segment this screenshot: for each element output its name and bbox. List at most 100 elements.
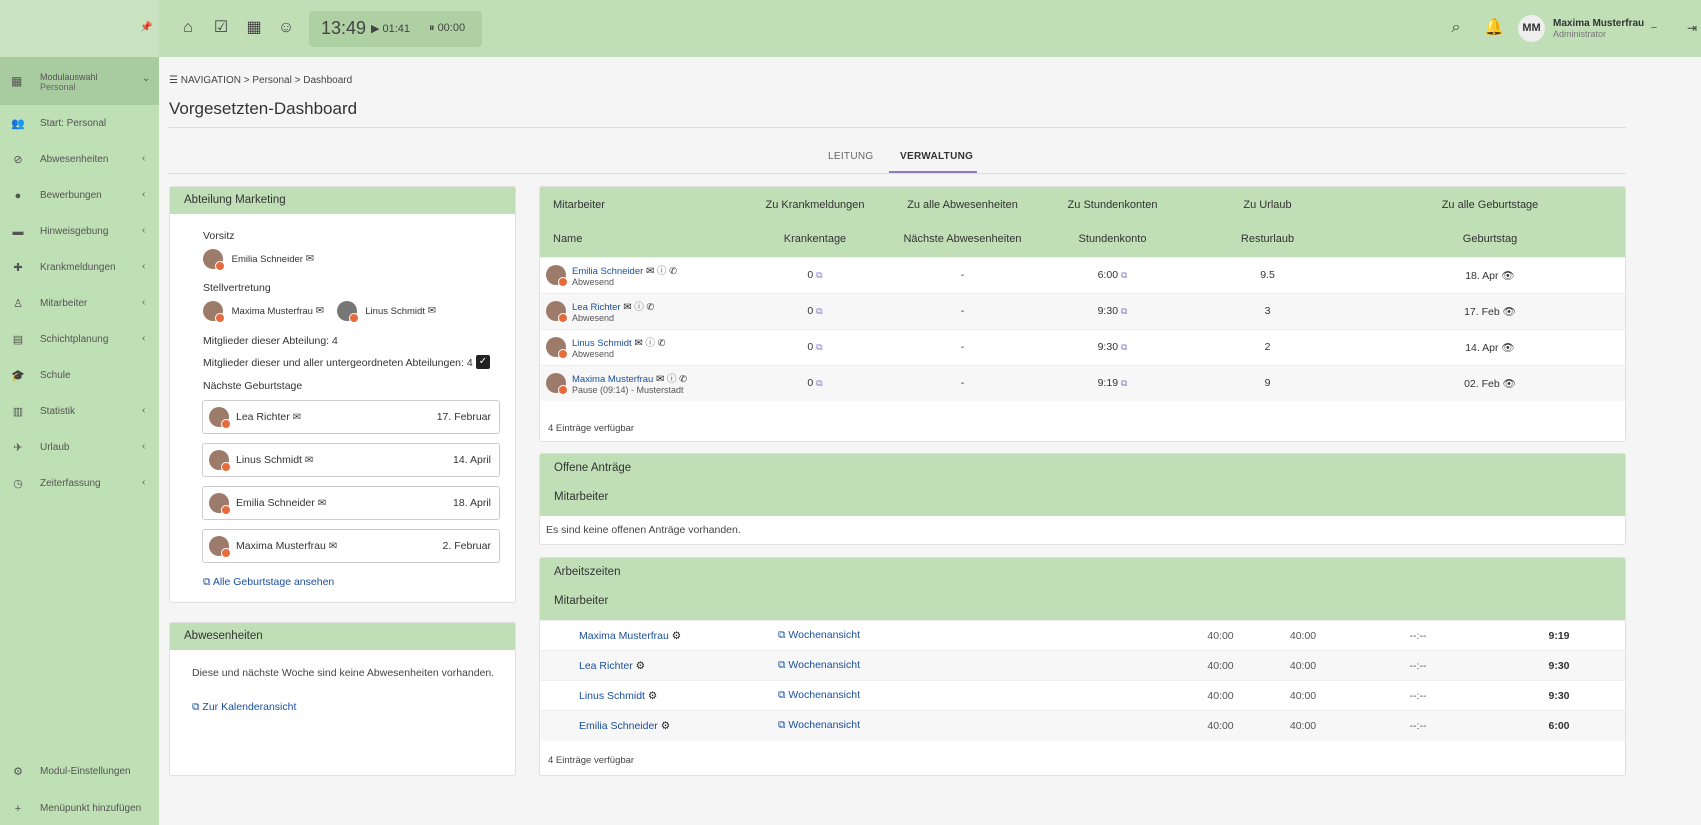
eye-icon[interactable]: 👁	[1503, 378, 1516, 390]
calendar-icon[interactable]: ▦	[245, 19, 263, 37]
header-link-5[interactable]: Zu alle Geburtstage	[1355, 187, 1625, 222]
mail-icon[interactable]: ✉	[646, 266, 654, 277]
employee-name[interactable]: Linus Schmidt	[572, 338, 632, 349]
members-checkbox[interactable]: ✓	[476, 355, 490, 369]
home-icon[interactable]: ⌂	[179, 19, 197, 37]
birthday-name[interactable]: Maxima Musterfrau ✉	[236, 540, 337, 552]
mail-icon[interactable]: ✉	[305, 455, 313, 466]
pause-timer[interactable]: ⏸ 00:00	[429, 22, 465, 35]
birthday-name-text: Maxima Musterfrau	[236, 540, 326, 552]
all-birthdays-link[interactable]: ⧉ Alle Geburtstage ansehen	[203, 576, 334, 589]
eye-icon[interactable]: 👁	[1503, 306, 1516, 318]
chevron-down-icon[interactable]: –	[1645, 19, 1663, 37]
stellv-name[interactable]: Maxima Musterfrau	[232, 306, 313, 317]
sidebar-item-10[interactable]: ◷ Zeiterfassung ‹	[0, 469, 159, 499]
sidebar-item-7[interactable]: 🎓 Schule	[0, 361, 159, 391]
user-name[interactable]: Maxima Musterfrau	[1553, 18, 1644, 29]
mail-icon[interactable]: ✉	[306, 254, 314, 265]
sidebar-item-add-menu[interactable]: + Menüpunkt hinzufügen	[0, 794, 159, 824]
info-icon[interactable]: ⓘ	[657, 266, 667, 277]
tab-leitung[interactable]: LEITUNG	[828, 151, 873, 162]
external-link-icon[interactable]: ⧉	[816, 306, 822, 316]
sidebar-item-1[interactable]: ⊘ Abwesenheiten ‹	[0, 145, 159, 175]
external-link-icon[interactable]: ⧉	[1121, 306, 1127, 316]
employee-name[interactable]: Maxima Musterfrau	[572, 374, 653, 385]
logout-icon[interactable]: ⇥	[1683, 19, 1701, 37]
gear-icon[interactable]: ⚙	[661, 720, 670, 732]
phone-icon[interactable]: ✆	[669, 266, 677, 277]
external-link-icon[interactable]: ⧉	[816, 342, 822, 352]
header-link-4[interactable]: Zu Urlaub	[1180, 187, 1355, 222]
tab-verwaltung[interactable]: VERWALTUNG	[900, 151, 973, 162]
sidebar-item-4[interactable]: ✚ Krankmeldungen ‹	[0, 253, 159, 283]
sidebar-item-9[interactable]: ✈ Urlaub ‹	[0, 433, 159, 463]
bell-icon[interactable]: 🔔	[1484, 19, 1504, 37]
phone-icon[interactable]: ✆	[679, 374, 687, 385]
external-link-icon[interactable]: ⧉	[1121, 378, 1127, 388]
header-link-1[interactable]: Zu Krankmeldungen	[750, 187, 880, 222]
mail-icon[interactable]: ✉	[634, 338, 642, 349]
week-view-link[interactable]: ⧉ Wochenansicht	[778, 680, 1178, 711]
birthday-name[interactable]: Lea Richter ✉	[236, 411, 301, 423]
gear-icon[interactable]: ⚙	[636, 660, 645, 672]
sidebar-item-3[interactable]: ▬ Hinweisgebung ‹	[0, 217, 159, 247]
sidebar-item-0[interactable]: 👥 Start: Personal	[0, 109, 159, 139]
mail-icon[interactable]: ✉	[318, 498, 326, 509]
birthday-name[interactable]: Linus Schmidt ✉	[236, 454, 313, 466]
week-view-link[interactable]: ⧉ Wochenansicht	[778, 710, 1178, 741]
breadcrumb-personal[interactable]: Personal	[252, 75, 291, 86]
sidebar-item-5[interactable]: ♙ Mitarbeiter ‹	[0, 289, 159, 319]
breadcrumb-nav[interactable]: NAVIGATION	[181, 75, 241, 86]
checkbox-icon[interactable]: ☑	[212, 19, 230, 37]
header-link-3[interactable]: Zu Stundenkonten	[1045, 187, 1180, 222]
sidebar-item-module-settings[interactable]: ⚙ Modul-Einstellungen	[0, 757, 159, 787]
birthday: 14. Apr	[1465, 341, 1499, 354]
user-avatar[interactable]: MM	[1518, 15, 1545, 42]
eye-icon[interactable]: 👁	[1501, 270, 1514, 282]
vorsitz-name[interactable]: Emilia Schneider	[232, 254, 303, 265]
header-link-2[interactable]: Zu alle Abwesenheiten	[880, 187, 1045, 222]
phone-icon[interactable]: ✆	[658, 338, 666, 349]
week-view-link[interactable]: ⧉ Wochenansicht	[778, 620, 1178, 651]
mail-icon[interactable]: ✉	[656, 374, 664, 385]
sidebar-item-6[interactable]: ▤ Schichtplanung ‹	[0, 325, 159, 355]
stellv-name[interactable]: Linus Schmidt	[365, 306, 425, 317]
info-icon[interactable]: ⓘ	[667, 374, 677, 385]
week-view-link[interactable]: ⧉ Wochenansicht	[778, 650, 1178, 681]
external-link-icon[interactable]: ⧉	[816, 270, 822, 280]
external-link-icon[interactable]: ⧉	[816, 378, 822, 388]
mail-icon[interactable]: ✉	[428, 306, 436, 317]
calendar-view-label: Zur Kalenderansicht	[202, 701, 297, 713]
module-selector[interactable]: ▦ Modulauswahl Personal ⌄	[0, 57, 159, 105]
employee-name[interactable]: Emilia Schneider	[572, 266, 643, 277]
play-timer[interactable]: ▶ 01:41	[371, 22, 410, 35]
smiley-icon[interactable]: ☺	[277, 19, 295, 37]
worktime-name[interactable]: Maxima Musterfrau	[579, 630, 669, 642]
tab-divider	[169, 173, 1626, 174]
external-link-icon[interactable]: ⧉	[1121, 270, 1127, 280]
menu-icon[interactable]: ☰	[169, 75, 178, 86]
sidebar-item-8[interactable]: ▥ Statistik ‹	[0, 397, 159, 427]
eye-icon[interactable]: 👁	[1501, 342, 1514, 354]
birthday-name[interactable]: Emilia Schneider ✉	[236, 497, 326, 509]
gear-icon[interactable]: ⚙	[672, 630, 681, 642]
pin-icon[interactable]: 📌	[140, 22, 152, 33]
worktime-name[interactable]: Lea Richter	[579, 660, 633, 672]
mail-icon[interactable]: ✉	[623, 302, 631, 313]
info-icon[interactable]: ⓘ	[645, 338, 655, 349]
employee-name[interactable]: Lea Richter	[572, 302, 621, 313]
worktime-name[interactable]: Linus Schmidt	[579, 690, 645, 702]
info-icon[interactable]: ⓘ	[634, 302, 644, 313]
staff-table-card: Mitarbeiter Zu Krankmeldungen Zu alle Abwe…	[539, 186, 1626, 442]
target-hours: 40:00	[1178, 650, 1263, 681]
gear-icon[interactable]: ⚙	[648, 690, 657, 702]
mail-icon[interactable]: ✉	[316, 306, 324, 317]
phone-icon[interactable]: ✆	[646, 302, 654, 313]
sidebar-item-2[interactable]: ● Bewerbungen ‹	[0, 181, 159, 211]
search-icon[interactable]: ⌕	[1447, 19, 1465, 37]
mail-icon[interactable]: ✉	[329, 541, 337, 552]
external-link-icon[interactable]: ⧉	[1121, 342, 1127, 352]
calendar-view-link[interactable]: ⧉ Zur Kalenderansicht	[192, 701, 296, 714]
mail-icon[interactable]: ✉	[293, 412, 301, 423]
worktime-name[interactable]: Emilia Schneider	[579, 720, 658, 732]
